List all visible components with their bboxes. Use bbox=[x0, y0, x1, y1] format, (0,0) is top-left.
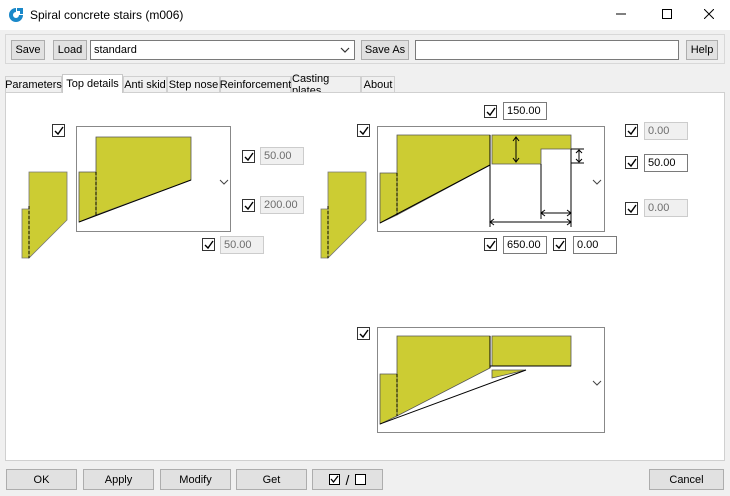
save-button[interactable]: Save bbox=[11, 40, 45, 60]
left-value-mid-field: 200.00 bbox=[260, 196, 304, 214]
save-as-button[interactable]: Save As bbox=[361, 40, 409, 60]
bottom-button-bar: OK Apply Modify Get / Cancel bbox=[0, 466, 730, 496]
minimize-button[interactable] bbox=[598, 0, 644, 30]
right-value-1: 0.00 bbox=[648, 125, 670, 137]
lower-detail-drawing bbox=[379, 335, 572, 425]
right-detail-checkbox[interactable] bbox=[357, 124, 370, 137]
left-value-bottom: 50.00 bbox=[224, 239, 252, 251]
unchecked-box-icon bbox=[355, 474, 367, 485]
tab-label: Parameters bbox=[5, 79, 62, 91]
tab-casting-plates[interactable]: Casting plates bbox=[291, 73, 361, 97]
lower-detail-checkbox[interactable] bbox=[357, 327, 370, 340]
toggle-separator: / bbox=[345, 471, 350, 488]
right-value-2-field[interactable]: 50.00 bbox=[644, 154, 688, 172]
tab-parameters[interactable]: Parameters bbox=[5, 76, 62, 93]
right-value-1-field: 0.00 bbox=[644, 122, 688, 140]
minimize-icon bbox=[616, 9, 626, 22]
close-icon bbox=[703, 8, 715, 22]
tab-label: Top details bbox=[66, 78, 119, 90]
tab-step-nose[interactable]: Step nose bbox=[167, 76, 220, 93]
checked-box-icon bbox=[328, 474, 340, 485]
right-value-bottom-1: 650.00 bbox=[507, 239, 541, 251]
close-button[interactable] bbox=[688, 0, 730, 30]
tab-about[interactable]: About bbox=[361, 76, 395, 93]
preset-dropdown[interactable]: standard bbox=[90, 40, 355, 60]
help-button[interactable]: Help bbox=[686, 40, 718, 60]
left-value-top-field: 50.00 bbox=[260, 147, 304, 165]
right-value-bottom-1-checkbox[interactable] bbox=[484, 238, 497, 251]
title-bar: Spiral concrete stairs (m006) bbox=[0, 0, 730, 30]
app-logo-icon bbox=[8, 7, 24, 23]
right-value-top-field[interactable]: 150.00 bbox=[503, 102, 547, 120]
left-detail-preview[interactable] bbox=[76, 126, 231, 232]
tab-top-details[interactable]: Top details bbox=[62, 74, 123, 93]
cancel-button[interactable]: Cancel bbox=[649, 469, 724, 490]
right-value-bottom-1-field[interactable]: 650.00 bbox=[503, 236, 547, 254]
right-value-top-checkbox[interactable] bbox=[484, 105, 497, 118]
left-detail-checkbox[interactable] bbox=[52, 124, 65, 137]
lower-detail-preview[interactable] bbox=[377, 327, 605, 433]
right-value-bottom-2-checkbox[interactable] bbox=[553, 238, 566, 251]
ok-button[interactable]: OK bbox=[6, 469, 77, 490]
preset-value: standard bbox=[94, 44, 137, 56]
right-detail-preview[interactable] bbox=[377, 126, 605, 232]
left-value-bottom-field: 50.00 bbox=[220, 236, 264, 254]
left-detail-thumbnail bbox=[21, 171, 68, 259]
toolbar: Save Load standard Save As Help bbox=[5, 34, 725, 64]
top-details-panel: 50.00 200.00 50.00 150.00 0.00 50.00 0.0… bbox=[5, 92, 725, 461]
tab-label: Anti skid bbox=[124, 79, 166, 91]
left-detail-drawing bbox=[78, 136, 192, 223]
right-value-bottom-2-field[interactable]: 0.00 bbox=[573, 236, 617, 254]
right-detail-drawing bbox=[379, 134, 584, 227]
tab-reinforcement[interactable]: Reinforcement bbox=[220, 76, 291, 93]
get-button[interactable]: Get bbox=[236, 469, 307, 490]
chevron-down-icon[interactable] bbox=[338, 43, 352, 57]
maximize-icon bbox=[662, 8, 672, 22]
right-detail-thumbnail bbox=[320, 171, 367, 259]
right-preview-chevron-down-icon[interactable] bbox=[592, 177, 602, 185]
lower-preview-chevron-down-icon[interactable] bbox=[592, 378, 602, 386]
right-value-2-checkbox[interactable] bbox=[625, 156, 638, 169]
tab-label: Reinforcement bbox=[219, 79, 292, 91]
toggle-all-button[interactable]: / bbox=[312, 469, 383, 490]
tab-label: Step nose bbox=[168, 79, 219, 91]
left-value-top-checkbox[interactable] bbox=[242, 150, 255, 163]
left-value-mid: 200.00 bbox=[264, 199, 298, 211]
tab-label: About bbox=[363, 79, 393, 91]
left-preview-chevron-down-icon[interactable] bbox=[219, 177, 229, 185]
right-value-bottom-2: 0.00 bbox=[577, 239, 599, 251]
maximize-button[interactable] bbox=[644, 0, 690, 30]
right-value-top: 150.00 bbox=[507, 105, 541, 117]
right-value-3-checkbox[interactable] bbox=[625, 202, 638, 215]
modify-button[interactable]: Modify bbox=[160, 469, 231, 490]
right-value-3: 0.00 bbox=[648, 202, 670, 214]
window-title: Spiral concrete stairs (m006) bbox=[30, 8, 184, 22]
apply-button[interactable]: Apply bbox=[83, 469, 154, 490]
left-value-top: 50.00 bbox=[264, 150, 292, 162]
left-value-bottom-checkbox[interactable] bbox=[202, 238, 215, 251]
right-value-3-field: 0.00 bbox=[644, 199, 688, 217]
right-value-1-checkbox[interactable] bbox=[625, 124, 638, 137]
left-value-mid-checkbox[interactable] bbox=[242, 199, 255, 212]
tab-anti-skid[interactable]: Anti skid bbox=[123, 76, 167, 93]
right-value-2: 50.00 bbox=[648, 157, 676, 169]
load-button[interactable]: Load bbox=[53, 40, 87, 60]
save-as-input[interactable] bbox=[415, 40, 679, 60]
